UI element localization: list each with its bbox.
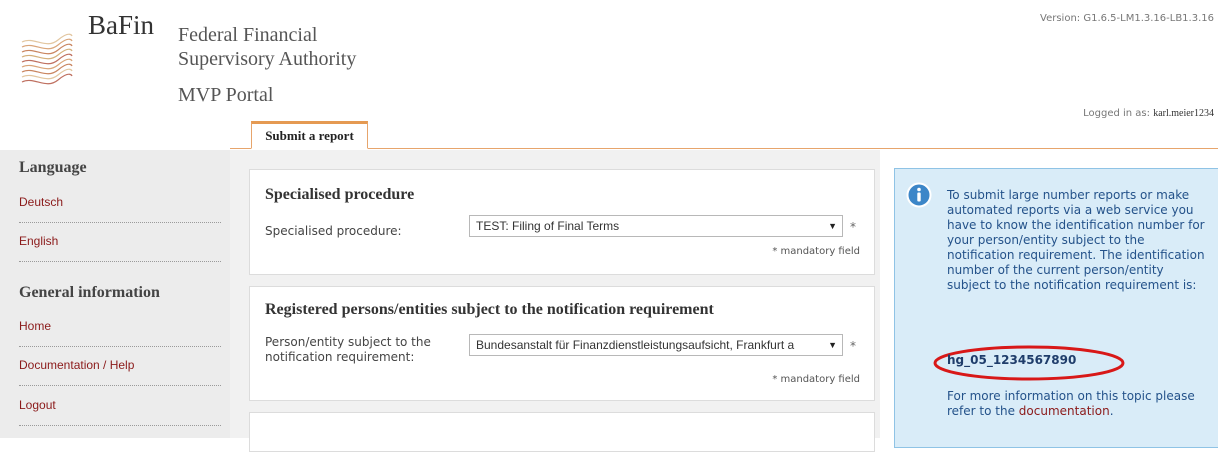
org-name-line1: Federal Financial	[178, 24, 318, 46]
username: karl.meier1234	[1153, 108, 1214, 119]
sidebar-divider	[19, 385, 221, 386]
brand-name: BaFin	[88, 10, 155, 40]
info-more-suffix: .	[1109, 404, 1114, 418]
mandatory-note: * mandatory field	[772, 246, 860, 257]
select-value: Bundesanstalt für Finanzdienstleistungsa…	[476, 338, 795, 352]
info-text: To submit large number reports or make a…	[947, 188, 1205, 292]
select-value: TEST: Filing of Final Terms	[476, 219, 620, 233]
logged-in-label: Logged in as:	[1083, 108, 1150, 119]
panel-heading: Registered persons/entities subject to t…	[265, 301, 714, 318]
info-box: To submit large number reports or make a…	[894, 168, 1218, 448]
panel-next	[249, 412, 875, 452]
sidebar-divider	[19, 346, 221, 347]
dropdown-caret-icon: ▼	[828, 340, 837, 350]
identification-number: hg_05_1234567890	[947, 353, 1077, 367]
tab-submit-report[interactable]: Submit a report	[251, 121, 368, 149]
dropdown-caret-icon: ▼	[828, 221, 837, 231]
version-text: Version: G1.6.5-LM1.3.16-LB1.3.16	[1040, 13, 1214, 24]
info-more-text: For more information on this topic pleas…	[947, 389, 1207, 419]
documentation-link[interactable]: documentation	[1019, 404, 1110, 418]
info-icon	[906, 182, 932, 208]
sidebar-divider	[19, 222, 221, 223]
org-name-line2: Supervisory Authority	[178, 48, 357, 70]
portal-name: MVP Portal	[178, 84, 274, 106]
mandatory-note: * mandatory field	[772, 374, 860, 385]
main-content: Specialised procedure Specialised proced…	[230, 150, 880, 452]
sidebar-heading-general-information: General information	[19, 284, 160, 301]
panel-registered-persons: Registered persons/entities subject to t…	[249, 286, 875, 401]
sidebar-item-english[interactable]: English	[19, 234, 58, 248]
sidebar: Language Deutsch English General informa…	[0, 150, 230, 438]
logged-in-info: Logged in as: karl.meier1234	[1083, 108, 1214, 119]
panel-specialised-procedure: Specialised procedure Specialised proced…	[249, 169, 875, 275]
sidebar-item-deutsch[interactable]: Deutsch	[19, 195, 63, 209]
sidebar-item-documentation-help[interactable]: Documentation / Help	[19, 358, 134, 372]
person-entity-select[interactable]: Bundesanstalt für Finanzdienstleistungsa…	[469, 334, 843, 356]
required-marker: *	[850, 339, 856, 353]
tab-bar-line	[230, 148, 1218, 149]
sidebar-heading-language: Language	[19, 159, 87, 176]
person-entity-label-line2: notification requirement:	[265, 350, 415, 364]
sidebar-item-home[interactable]: Home	[19, 319, 51, 333]
person-entity-label-line1: Person/entity subject to the	[265, 335, 431, 349]
sidebar-item-logout[interactable]: Logout	[19, 398, 56, 412]
sidebar-divider	[19, 261, 221, 262]
required-marker: *	[850, 220, 856, 234]
specialised-procedure-label: Specialised procedure:	[265, 224, 402, 238]
panel-heading: Specialised procedure	[265, 186, 415, 203]
specialised-procedure-select[interactable]: TEST: Filing of Final Terms ▼	[469, 215, 843, 237]
bafin-logo-icon	[21, 33, 73, 85]
sidebar-divider	[19, 425, 221, 426]
